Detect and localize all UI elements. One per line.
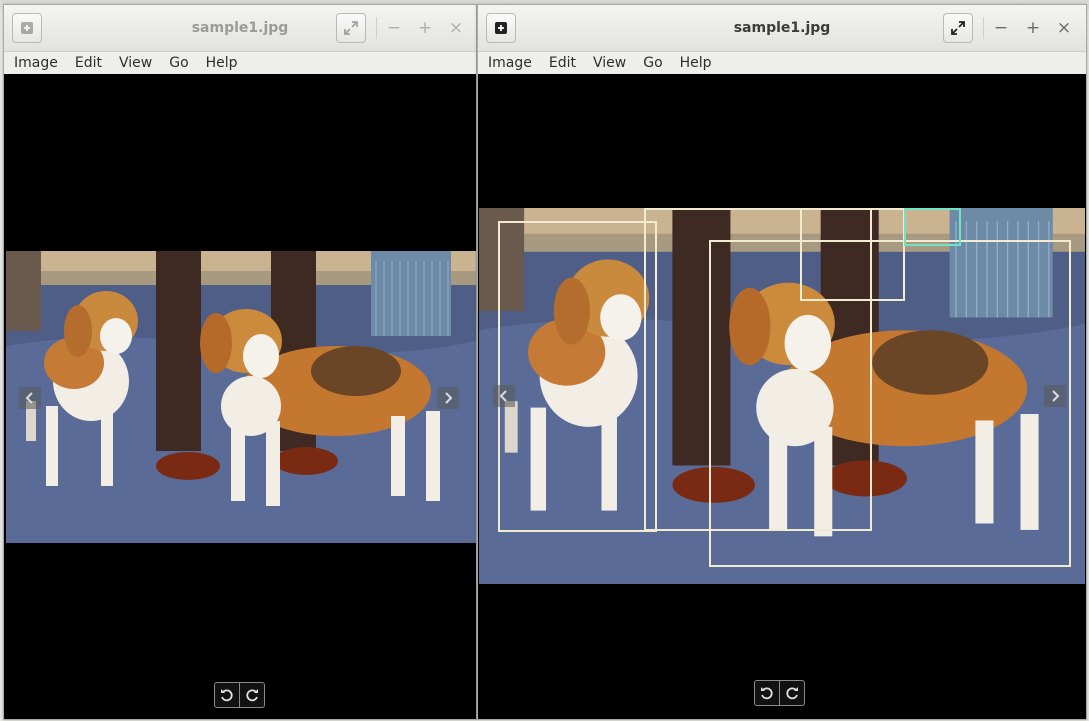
minimize-button[interactable]: − — [991, 18, 1011, 38]
image-viewer-window-left: sample1.jpg − + × Image Edit View Go Hel… — [3, 4, 477, 720]
arrow-right-icon — [445, 392, 453, 404]
close-button[interactable]: × — [446, 18, 466, 38]
rotate-left-button[interactable] — [215, 683, 239, 707]
fullscreen-icon — [344, 21, 358, 35]
menu-view[interactable]: View — [119, 55, 152, 71]
title-bar: sample1.jpg − + × — [478, 5, 1086, 52]
minimize-button[interactable]: − — [384, 18, 404, 38]
rotate-left-button[interactable] — [755, 681, 779, 705]
rotate-right-button[interactable] — [239, 683, 264, 707]
image-viewer-window-right: sample1.jpg − + × Image Edit View Go Hel… — [477, 4, 1087, 720]
detection-box-object-teal — [904, 208, 961, 246]
menu-go[interactable]: Go — [643, 55, 662, 71]
rotate-right-button[interactable] — [779, 681, 804, 705]
fullscreen-button[interactable] — [336, 13, 366, 43]
fullscreen-icon — [951, 21, 965, 35]
image-canvas[interactable] — [4, 74, 476, 719]
title-separator — [983, 17, 984, 39]
rotate-controls — [214, 682, 265, 708]
title-separator — [376, 17, 377, 39]
rotate-left-icon — [761, 687, 773, 700]
menu-image[interactable]: Image — [488, 55, 532, 71]
menu-edit[interactable]: Edit — [549, 55, 576, 71]
next-image-button[interactable] — [437, 387, 459, 409]
menu-help[interactable]: Help — [206, 55, 238, 71]
fullscreen-button[interactable] — [943, 13, 973, 43]
detection-box-object — [800, 208, 905, 301]
menu-image[interactable]: Image — [14, 55, 58, 71]
rotate-controls — [754, 680, 805, 706]
maximize-button[interactable]: + — [415, 18, 435, 38]
menu-bar: Image Edit View Go Help — [4, 52, 476, 74]
window-title: sample1.jpg — [191, 20, 289, 36]
close-button[interactable]: × — [1054, 18, 1074, 38]
menu-bar: Image Edit View Go Help — [478, 52, 1086, 74]
previous-image-button[interactable] — [493, 385, 515, 407]
rotate-right-icon — [786, 687, 798, 700]
arrow-left-icon — [25, 392, 33, 404]
previous-image-button[interactable] — [19, 387, 41, 409]
next-image-button[interactable] — [1044, 385, 1066, 407]
menu-edit[interactable]: Edit — [75, 55, 102, 71]
title-bar: sample1.jpg − + × — [4, 5, 476, 52]
arrow-right-icon — [1052, 390, 1060, 402]
menu-help[interactable]: Help — [680, 55, 712, 71]
arrow-left-icon — [499, 390, 507, 402]
rotate-right-icon — [246, 689, 258, 702]
beagle-photo — [6, 251, 476, 543]
menu-view[interactable]: View — [593, 55, 626, 71]
detection-box-dog-left — [498, 221, 657, 532]
image-canvas[interactable] — [478, 74, 1086, 719]
maximize-button[interactable]: + — [1023, 18, 1043, 38]
menu-go[interactable]: Go — [169, 55, 188, 71]
rotate-left-icon — [221, 689, 233, 702]
